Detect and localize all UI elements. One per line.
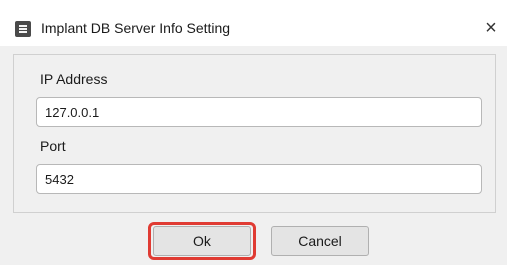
cancel-button[interactable]: Cancel <box>271 226 369 256</box>
ip-address-input[interactable] <box>36 97 482 127</box>
port-label: Port <box>40 138 66 154</box>
close-button[interactable]: × <box>480 17 502 39</box>
port-input[interactable] <box>36 164 482 194</box>
title-bar: Implant DB Server Info Setting × <box>0 0 507 46</box>
ok-button-highlight <box>148 222 256 260</box>
ip-address-label: IP Address <box>40 71 108 87</box>
database-icon <box>15 21 31 37</box>
dialog-title: Implant DB Server Info Setting <box>41 20 231 36</box>
dialog-window: Implant DB Server Info Setting × IP Addr… <box>0 0 507 265</box>
